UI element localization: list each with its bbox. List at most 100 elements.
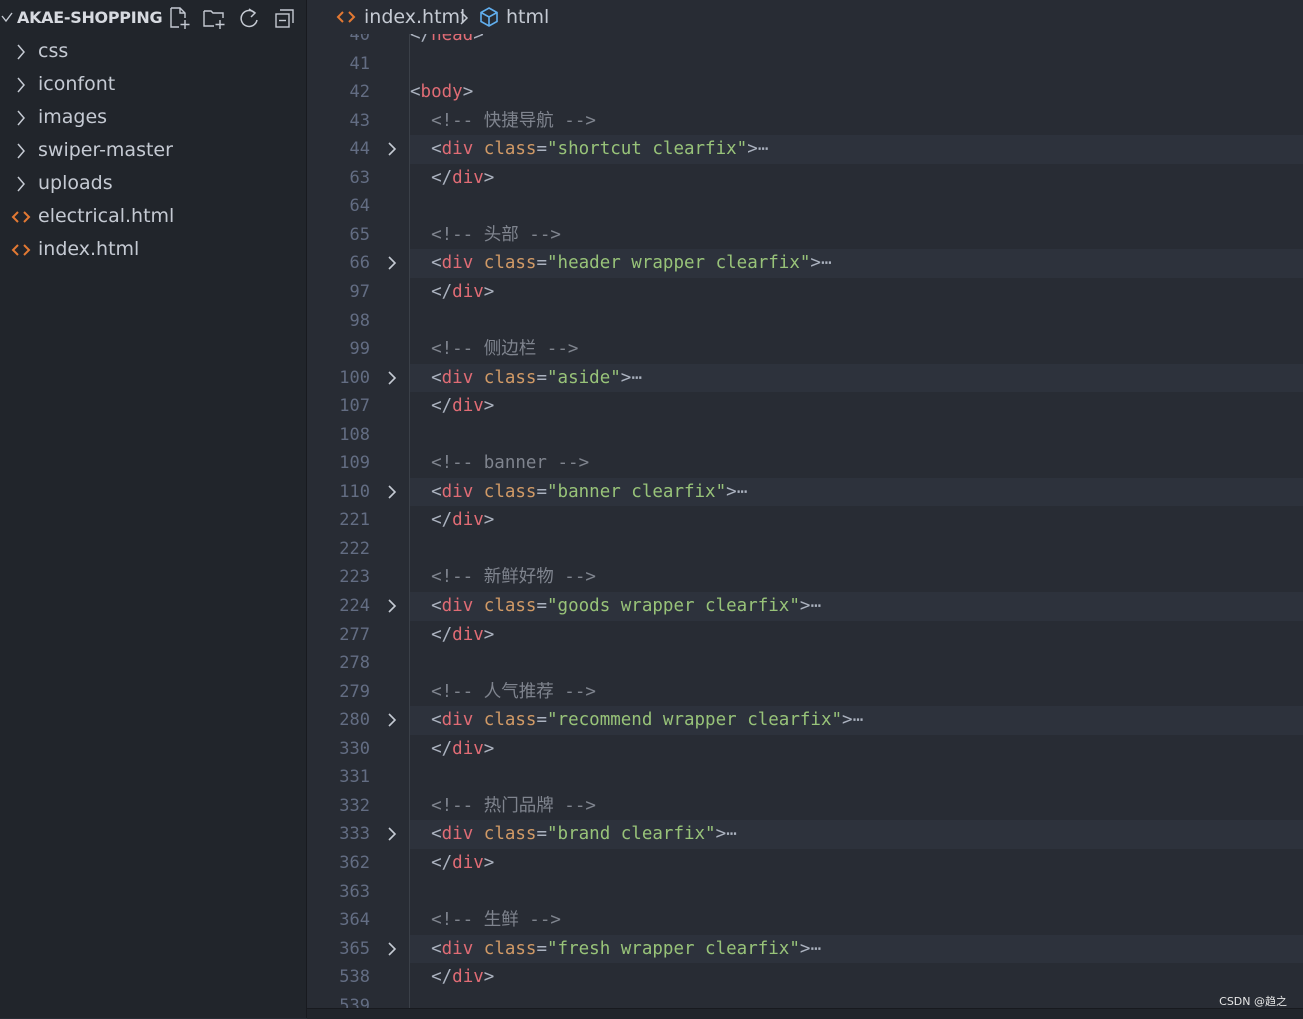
fold-ellipsis[interactable]: ⋯ <box>631 368 642 388</box>
code-line[interactable]: 41 <box>307 50 1303 79</box>
code-line[interactable]: 64 <box>307 192 1303 221</box>
code-line[interactable]: 97 </div> <box>307 278 1303 307</box>
tree-folder-uploads[interactable]: uploads <box>0 167 306 200</box>
code-text: <!-- 新鲜好物 --> <box>431 567 596 588</box>
code-line[interactable]: 330 </div> <box>307 735 1303 764</box>
refresh-icon[interactable] <box>236 5 262 31</box>
code-text: </div> <box>431 396 495 417</box>
code-line[interactable]: 331 <box>307 763 1303 792</box>
code-line[interactable]: 99 <!-- 侧边栏 --> <box>307 335 1303 364</box>
fold-chevron-right-icon[interactable] <box>385 598 399 614</box>
code-line[interactable]: 223 <!-- 新鲜好物 --> <box>307 563 1303 592</box>
fold-ellipsis[interactable]: ⋯ <box>726 824 737 844</box>
code-line-folded[interactable]: 224 <div class="goods wrapper clearfix">… <box>307 592 1303 621</box>
code-text: <div class="recommend wrapper clearfix">… <box>431 710 864 731</box>
line-number: 64 <box>349 196 370 217</box>
code-line[interactable]: 42 <body> <box>307 78 1303 107</box>
line-number: 333 <box>339 824 370 845</box>
fold-chevron-right-icon[interactable] <box>385 255 399 271</box>
code-line[interactable]: 98 <box>307 307 1303 336</box>
code-line[interactable]: 63 </div> <box>307 164 1303 193</box>
code-line[interactable]: 65 <!-- 头部 --> <box>307 221 1303 250</box>
code-line[interactable]: 332 <!-- 热门品牌 --> <box>307 792 1303 821</box>
tree-folder-images[interactable]: images <box>0 101 306 134</box>
code-line[interactable]: 222 <box>307 535 1303 564</box>
fold-chevron-right-icon[interactable] <box>385 826 399 842</box>
line-number: 107 <box>339 396 370 417</box>
new-folder-icon[interactable] <box>201 5 227 31</box>
line-number: 44 <box>349 139 370 160</box>
code-line[interactable]: 363 <box>307 878 1303 907</box>
fold-ellipsis[interactable]: ⋯ <box>821 253 832 273</box>
code-text: <!-- 侧边栏 --> <box>431 339 579 360</box>
fold-ellipsis[interactable]: ⋯ <box>810 596 821 616</box>
code-text: <div class="goods wrapper clearfix">⋯ <box>431 596 821 616</box>
code-line-folded[interactable]: 66 <div class="header wrapper clearfix">… <box>307 249 1303 278</box>
line-number: 221 <box>339 510 370 531</box>
fold-chevron-right-icon[interactable] <box>385 370 399 386</box>
fold-ellipsis[interactable]: ⋯ <box>810 939 821 959</box>
code-line[interactable]: 107 </div> <box>307 392 1303 421</box>
code-line-folded[interactable]: 44 <div class="shortcut clearfix">⋯ <box>307 135 1303 164</box>
code-line[interactable]: 538 </div> <box>307 963 1303 992</box>
code-text: <div class="shortcut clearfix">⋯ <box>431 139 769 160</box>
code-text: <div class="aside">⋯ <box>431 367 642 388</box>
new-file-icon[interactable] <box>166 5 192 31</box>
code-line[interactable]: 364 <!-- 生鲜 --> <box>307 906 1303 935</box>
code-line[interactable]: 362 </div> <box>307 849 1303 878</box>
tree-file-electrical-html[interactable]: electrical.html <box>0 200 306 233</box>
tree-folder-iconfont[interactable]: iconfont <box>0 68 306 101</box>
chevron-right-icon <box>17 110 25 126</box>
chevron-down-icon[interactable] <box>0 8 14 28</box>
code-line-folded[interactable]: 280 <div class="recommend wrapper clearf… <box>307 706 1303 735</box>
tree-folder-swiper-master[interactable]: swiper-master <box>0 134 306 167</box>
indent-guide <box>409 34 410 1018</box>
project-title[interactable]: AKAE-SHOPPING <box>17 8 163 27</box>
code-text: <!-- 生鲜 --> <box>431 910 561 931</box>
code-text: <!-- banner --> <box>431 453 590 474</box>
html-file-icon <box>11 244 31 256</box>
code-text: </div> <box>431 852 495 873</box>
code-area[interactable]: 40 </head> 41 42 <body> 43 <!-- 快捷导航 --> 44 <d… <box>307 0 1303 1018</box>
breadcrumb: index.html html <box>307 0 1303 34</box>
explorer-sidebar: AKAE-SHOPPING css iconfont images swiper… <box>0 0 307 1018</box>
explorer-header[interactable]: AKAE-SHOPPING <box>0 0 306 36</box>
line-number: 41 <box>349 53 370 74</box>
chevron-right-icon <box>17 176 25 192</box>
code-text: <!-- 热门品牌 --> <box>431 795 596 816</box>
breadcrumb-file[interactable]: index.html <box>364 4 465 30</box>
code-text: </div> <box>431 624 495 645</box>
code-line[interactable]: 221 </div> <box>307 506 1303 535</box>
tree-folder-css[interactable]: css <box>0 35 306 68</box>
fold-ellipsis[interactable]: ⋯ <box>758 139 769 159</box>
code-line[interactable]: 108 <box>307 421 1303 450</box>
code-text: <div class="banner clearfix">⋯ <box>431 481 748 502</box>
html-file-icon <box>336 11 356 23</box>
code-line[interactable]: 109 <!-- banner --> <box>307 449 1303 478</box>
code-line-folded[interactable]: 110 <div class="banner clearfix">⋯ <box>307 477 1303 507</box>
fold-chevron-right-icon[interactable] <box>385 141 399 157</box>
code-line-folded[interactable]: 365 <div class="fresh wrapper clearfix">… <box>307 934 1303 964</box>
tree-item-label: electrical.html <box>38 205 175 227</box>
code-line[interactable]: 277 </div> <box>307 621 1303 650</box>
line-number: 330 <box>339 738 370 759</box>
fold-chevron-right-icon[interactable] <box>385 712 399 728</box>
chevron-right-icon <box>17 44 25 60</box>
tree-file-index-html[interactable]: index.html <box>0 233 306 266</box>
fold-ellipsis[interactable]: ⋯ <box>853 710 864 730</box>
code-line-folded[interactable]: 333 <div class="brand clearfix">⋯ <box>307 820 1303 849</box>
collapse-all-icon[interactable] <box>272 5 298 31</box>
line-number: 331 <box>339 767 370 788</box>
fold-chevron-right-icon[interactable] <box>385 484 399 500</box>
fold-ellipsis[interactable]: ⋯ <box>737 482 748 502</box>
code-line[interactable]: 278 <box>307 649 1303 678</box>
code-line-folded[interactable]: 100 <div class="aside">⋯ <box>307 363 1303 393</box>
breadcrumb-symbol[interactable]: html <box>506 4 549 30</box>
code-text: </div> <box>431 967 495 988</box>
code-line[interactable]: 279 <!-- 人气推荐 --> <box>307 678 1303 707</box>
code-line[interactable]: 43 <!-- 快捷导航 --> <box>307 107 1303 136</box>
code-text: <!-- 头部 --> <box>431 224 561 245</box>
code-editor[interactable]: 40 </head> 41 42 <body> 43 <!-- 快捷导航 --> 44 <d… <box>307 0 1303 1019</box>
fold-chevron-right-icon[interactable] <box>385 941 399 957</box>
line-number: 97 <box>349 281 370 302</box>
